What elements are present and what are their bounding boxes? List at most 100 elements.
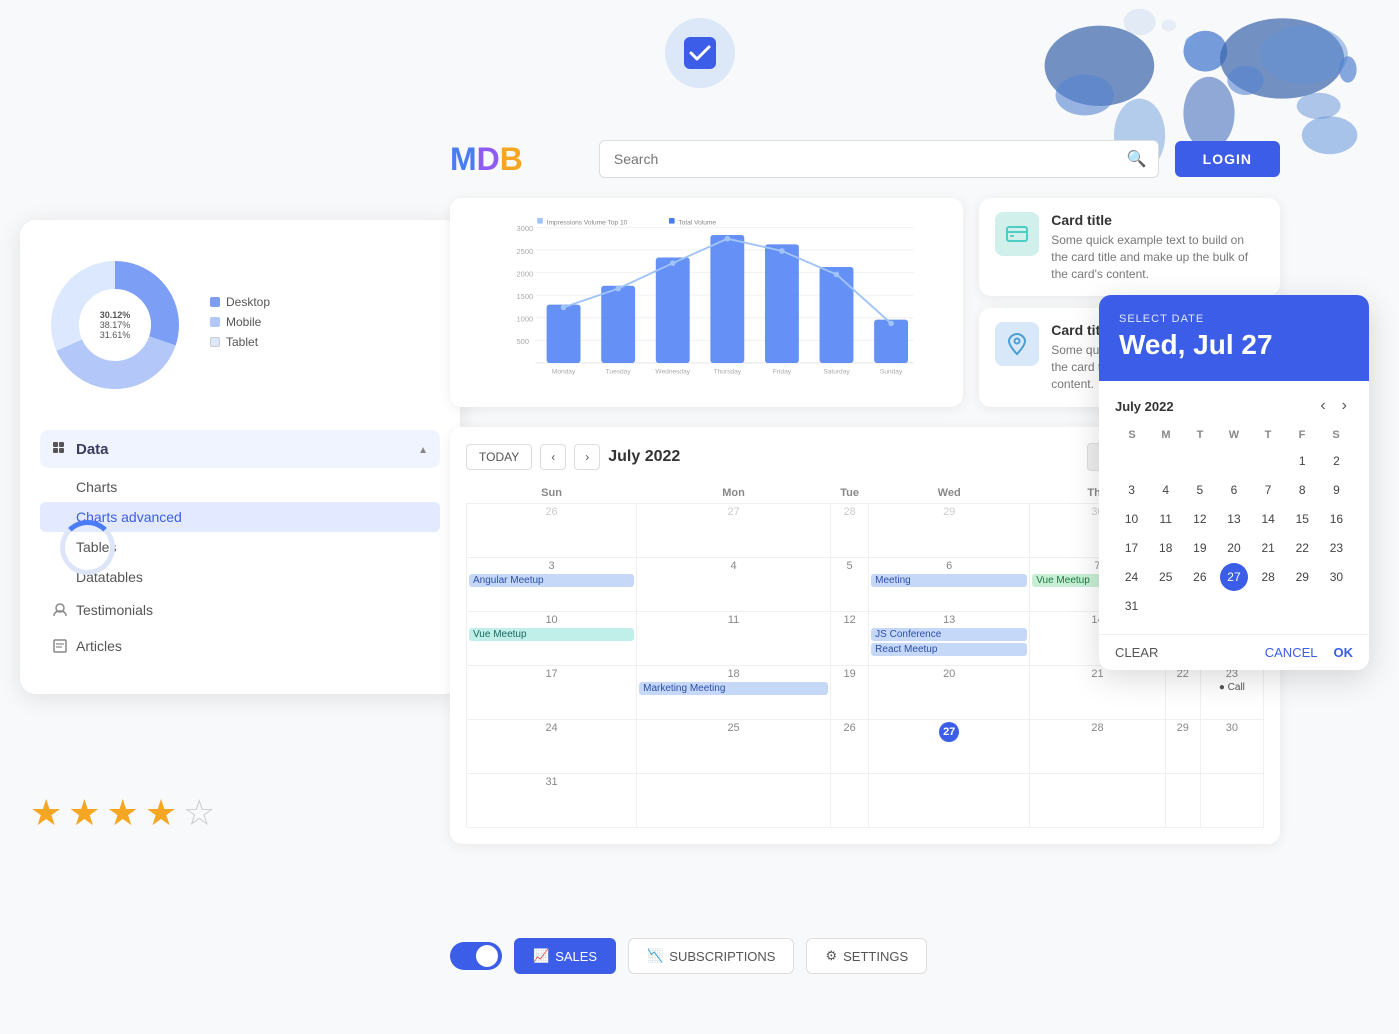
dp-day[interactable]: 12 xyxy=(1186,505,1214,533)
table-row: 28 xyxy=(1030,719,1165,773)
dp-day[interactable]: 19 xyxy=(1186,534,1214,562)
donut-chart: 30.12% 38.17% 31.61% xyxy=(40,250,190,400)
info-card-1: Card title Some quick example text to bu… xyxy=(979,198,1280,296)
dp-day[interactable]: 3 xyxy=(1118,476,1146,504)
table-row: 24 xyxy=(467,719,637,773)
legend-tablet: Tablet xyxy=(210,335,270,349)
star-3: ★ xyxy=(107,792,139,834)
toggle-knob xyxy=(476,945,498,967)
toggle-switch[interactable] xyxy=(450,942,502,970)
dp-day[interactable]: 17 xyxy=(1118,534,1146,562)
dp-day[interactable] xyxy=(1254,592,1282,620)
dp-day[interactable] xyxy=(1186,592,1214,620)
sidebar-item-charts[interactable]: Charts xyxy=(40,472,440,502)
datepicker-month-label: July 2022 xyxy=(1115,399,1174,414)
cal-dow-wed: Wed xyxy=(869,483,1030,504)
dp-day[interactable] xyxy=(1118,447,1146,475)
table-row: 3 Angular Meetup xyxy=(467,557,637,611)
cal-dow-sun: Sun xyxy=(467,483,637,504)
dp-day[interactable]: 16 xyxy=(1322,505,1350,533)
dp-day[interactable]: 15 xyxy=(1288,505,1316,533)
sidebar-item-testimonials[interactable]: Testimonials xyxy=(40,592,440,628)
datepicker-body: July 2022 ‹ › S M T W T F S 1 2 3 4 xyxy=(1099,381,1369,634)
dp-day[interactable]: 9 xyxy=(1322,476,1350,504)
dp-day[interactable]: 10 xyxy=(1118,505,1146,533)
dp-day[interactable]: 30 xyxy=(1322,563,1350,591)
login-button[interactable]: LOGIN xyxy=(1175,141,1280,177)
calendar-next-button[interactable]: › xyxy=(574,444,600,470)
svg-text:38.17%: 38.17% xyxy=(100,320,131,330)
dp-day[interactable]: 18 xyxy=(1152,534,1180,562)
list-item: ● Call xyxy=(1203,682,1261,693)
loading-spinner xyxy=(60,520,115,575)
dp-day[interactable]: 14 xyxy=(1254,505,1282,533)
list-item: React Meetup xyxy=(871,643,1027,656)
datepicker-cancel-button[interactable]: CANCEL xyxy=(1265,645,1318,660)
list-item: Meeting xyxy=(871,574,1027,587)
dp-day[interactable]: 25 xyxy=(1152,563,1180,591)
datepicker-select-date-label: SELECT DATE xyxy=(1119,313,1349,325)
dp-day[interactable]: 8 xyxy=(1288,476,1316,504)
table-row: 29 xyxy=(869,503,1030,557)
left-panel: 30.12% 38.17% 31.61% Desktop Mobile Tabl… xyxy=(20,220,460,694)
dp-day[interactable] xyxy=(1152,447,1180,475)
dp-day[interactable]: 24 xyxy=(1118,563,1146,591)
sales-icon: 📈 xyxy=(533,948,549,964)
svg-text:31.61%: 31.61% xyxy=(100,330,131,340)
search-input[interactable] xyxy=(599,140,1159,178)
datepicker-days-grid: 1 2 3 4 5 6 7 8 9 10 11 12 13 14 15 16 1… xyxy=(1115,447,1353,620)
svg-text:Monday: Monday xyxy=(552,368,576,375)
datepicker-prev-button[interactable]: ‹ xyxy=(1314,395,1331,417)
dp-day[interactable] xyxy=(1288,592,1316,620)
dp-day[interactable]: 23 xyxy=(1322,534,1350,562)
dp-day[interactable]: 22 xyxy=(1288,534,1316,562)
dp-day[interactable]: 29 xyxy=(1288,563,1316,591)
dp-day[interactable]: 2 xyxy=(1322,447,1350,475)
list-item: Angular Meetup xyxy=(469,574,634,587)
dp-day[interactable]: 11 xyxy=(1152,505,1180,533)
dp-day[interactable] xyxy=(1220,592,1248,620)
dp-day[interactable]: 1 xyxy=(1288,447,1316,475)
dp-day[interactable]: 26 xyxy=(1186,563,1214,591)
bottom-bar: 📈 SALES 📉 SUBSCRIPTIONS ⚙ SETTINGS xyxy=(450,938,927,974)
calendar-prev-button[interactable]: ‹ xyxy=(540,444,566,470)
datepicker-ok-button[interactable]: OK xyxy=(1334,645,1354,660)
calendar-nav: TODAY ‹ › July 2022 xyxy=(466,444,680,470)
sidebar-section-data[interactable]: Data xyxy=(40,430,440,468)
dp-day[interactable]: 4 xyxy=(1152,476,1180,504)
svg-text:1000: 1000 xyxy=(516,315,533,324)
svg-text:Tuesday: Tuesday xyxy=(606,368,632,375)
svg-text:30.12%: 30.12% xyxy=(100,310,131,320)
donut-chart-area: 30.12% 38.17% 31.61% Desktop Mobile Tabl… xyxy=(40,250,440,400)
datepicker-clear-button[interactable]: CLEAR xyxy=(1115,645,1158,660)
dp-day[interactable] xyxy=(1220,447,1248,475)
dp-day[interactable]: 21 xyxy=(1254,534,1282,562)
dp-day[interactable]: 5 xyxy=(1186,476,1214,504)
datepicker-next-button[interactable]: › xyxy=(1336,395,1353,417)
dp-day[interactable] xyxy=(1186,447,1214,475)
dp-day[interactable]: 20 xyxy=(1220,534,1248,562)
list-item: Vue Meetup xyxy=(469,628,634,641)
tab-subscriptions-button[interactable]: 📉 SUBSCRIPTIONS xyxy=(628,938,794,974)
dp-day[interactable] xyxy=(1152,592,1180,620)
calendar-today-button[interactable]: TODAY xyxy=(466,444,532,470)
cal-dow-tue: Tue xyxy=(831,483,869,504)
table-row: 25 xyxy=(637,719,831,773)
dp-day[interactable]: 31 xyxy=(1118,592,1146,620)
dp-day[interactable] xyxy=(1322,592,1350,620)
dp-day[interactable]: 6 xyxy=(1220,476,1248,504)
info-card-1-content: Card title Some quick example text to bu… xyxy=(1051,212,1264,282)
dp-day[interactable]: 7 xyxy=(1254,476,1282,504)
dp-day[interactable]: 13 xyxy=(1220,505,1248,533)
svg-text:1500: 1500 xyxy=(516,292,533,301)
datepicker-nav: ‹ › xyxy=(1314,395,1353,417)
dp-day-selected[interactable]: 27 xyxy=(1220,563,1248,591)
sidebar-item-articles[interactable]: Articles xyxy=(40,628,440,664)
tab-sales-button[interactable]: 📈 SALES xyxy=(514,938,616,974)
dp-day[interactable] xyxy=(1254,447,1282,475)
dp-day[interactable]: 28 xyxy=(1254,563,1282,591)
svg-text:Saturday: Saturday xyxy=(823,368,850,375)
info-icon-2 xyxy=(995,322,1039,366)
list-item: Marketing Meeting xyxy=(639,682,828,695)
tab-settings-button[interactable]: ⚙ SETTINGS xyxy=(806,938,927,974)
